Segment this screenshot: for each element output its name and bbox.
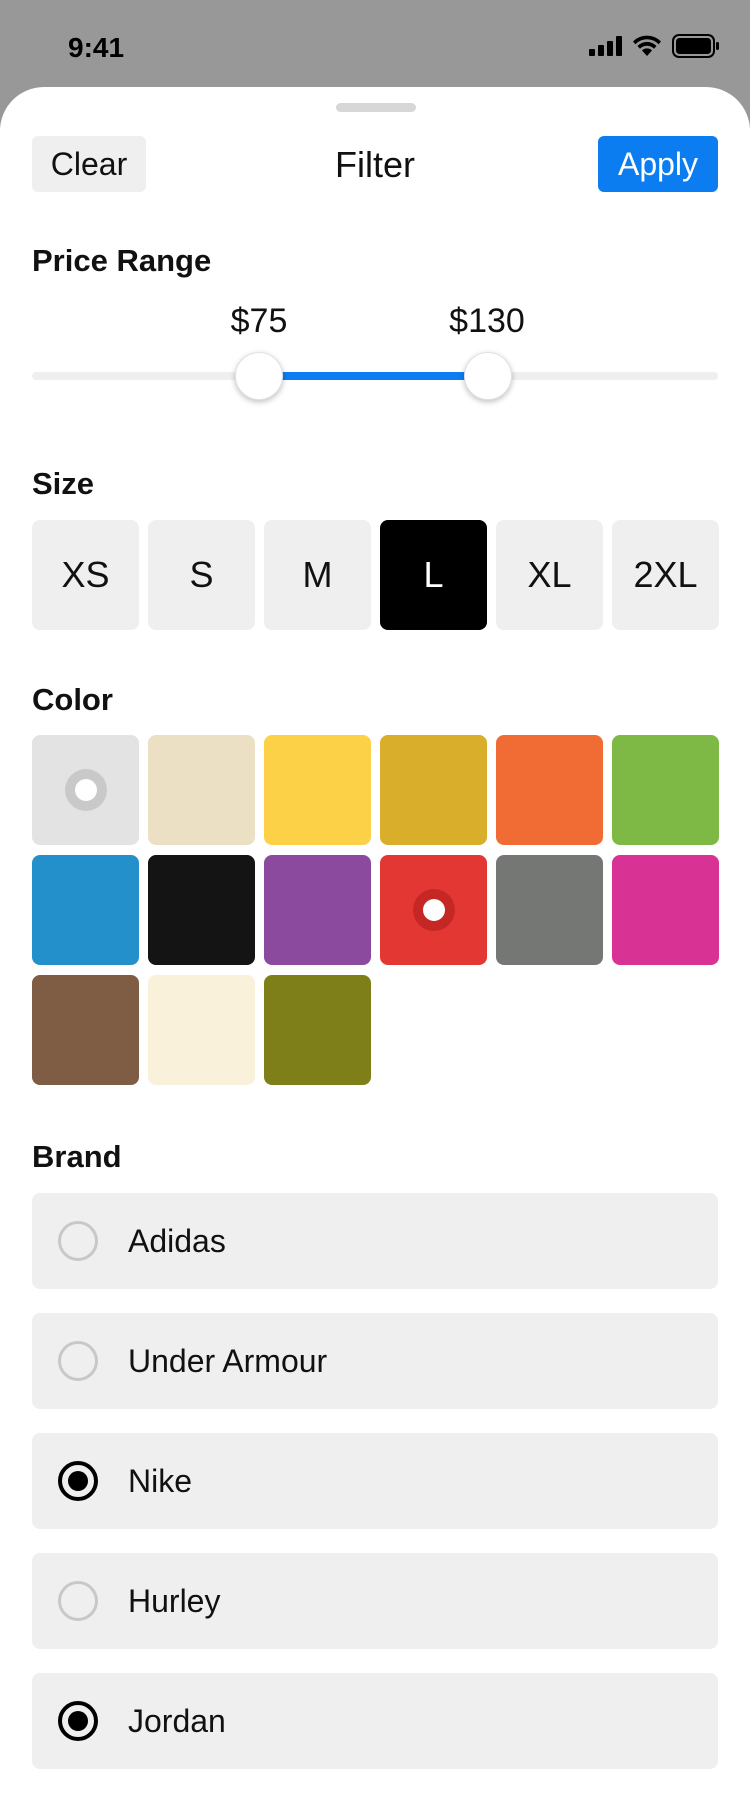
cellular-signal-icon <box>589 36 622 56</box>
brand-option[interactable]: Nike <box>32 1433 718 1529</box>
color-swatch[interactable] <box>496 735 603 845</box>
size-option-m[interactable]: M <box>264 520 371 630</box>
color-title: Color <box>32 682 113 717</box>
radio-button[interactable] <box>58 1461 98 1501</box>
filter-sheet: Clear Filter Apply Price Range $75 $130 … <box>0 87 750 1800</box>
brand-option-label: Jordan <box>128 1702 226 1739</box>
radio-button[interactable] <box>58 1341 98 1381</box>
color-swatch[interactable] <box>380 855 487 965</box>
color-swatch[interactable] <box>264 855 371 965</box>
color-swatch[interactable] <box>32 975 139 1085</box>
color-swatch[interactable] <box>612 735 719 845</box>
battery-icon <box>672 34 719 58</box>
price-min-thumb[interactable] <box>235 352 283 400</box>
price-min-label: $75 <box>230 302 288 340</box>
size-option-xs[interactable]: XS <box>32 520 139 630</box>
size-option-s[interactable]: S <box>148 520 255 630</box>
color-swatch[interactable] <box>612 855 719 965</box>
brand-option[interactable]: Jordan <box>32 1673 718 1769</box>
price-slider-range <box>259 372 488 380</box>
color-swatch[interactable] <box>264 735 371 845</box>
color-swatch[interactable] <box>32 735 139 845</box>
swatch-marker-icon <box>64 769 107 811</box>
size-title: Size <box>32 466 95 501</box>
brand-list: Adidas Under Armour Nike Hurley Jordan <box>32 1193 718 1793</box>
wifi-icon <box>633 35 661 56</box>
status-bar: 9:41 <box>0 0 750 90</box>
brand-option[interactable]: Hurley <box>32 1553 718 1649</box>
brand-option-label: Hurley <box>128 1582 221 1619</box>
color-swatch[interactable] <box>148 975 255 1085</box>
size-option-l[interactable]: L <box>380 520 487 630</box>
size-options: XS S M L XL 2XL <box>32 520 719 630</box>
price-range-title: Price Range <box>32 243 212 278</box>
color-swatch[interactable] <box>380 735 487 845</box>
color-swatch[interactable] <box>496 855 603 965</box>
radio-button[interactable] <box>58 1701 98 1741</box>
size-option-xl[interactable]: XL <box>496 520 603 630</box>
color-swatches <box>32 735 722 1085</box>
radio-button[interactable] <box>58 1221 98 1261</box>
color-swatch[interactable] <box>32 855 139 965</box>
brand-option-label: Adidas <box>128 1222 226 1259</box>
brand-option-label: Nike <box>128 1462 193 1499</box>
brand-title: Brand <box>32 1139 122 1174</box>
radio-button[interactable] <box>58 1581 98 1621</box>
brand-option[interactable]: Adidas <box>32 1193 718 1289</box>
price-max-thumb[interactable] <box>464 352 512 400</box>
swatch-marker-icon <box>412 889 455 931</box>
sheet-header: Clear Filter Apply <box>0 87 750 207</box>
color-swatch[interactable] <box>148 735 255 845</box>
brand-option-label: Under Armour <box>128 1342 328 1379</box>
brand-option[interactable]: Under Armour <box>32 1313 718 1409</box>
status-time: 9:41 <box>68 32 125 63</box>
price-max-label: $130 <box>449 302 525 340</box>
color-swatch[interactable] <box>148 855 255 965</box>
status-icons <box>589 34 720 58</box>
color-swatch[interactable] <box>264 975 371 1085</box>
size-option-2xl[interactable]: 2XL <box>612 520 719 630</box>
apply-button[interactable]: Apply <box>598 136 718 192</box>
